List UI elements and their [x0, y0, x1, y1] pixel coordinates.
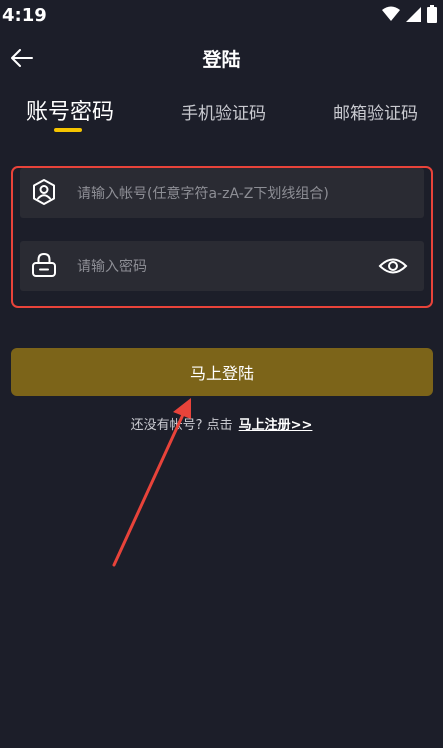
account-row	[20, 168, 424, 220]
page-title: 登陆	[202, 49, 241, 71]
status-icons	[382, 5, 437, 23]
signal-icon	[406, 7, 421, 22]
header: 登陆	[0, 40, 443, 76]
status-time: 4:19	[2, 5, 47, 26]
login-form-highlight	[11, 166, 433, 308]
eye-icon[interactable]	[378, 252, 408, 280]
register-prompt: 还没有帐号? 点击 马上注册>>	[0, 414, 443, 433]
login-screen: 4:19 登陆 账号密码 手机验证码 邮箱验证码 请输入帐号(任意字符a-zA-…	[0, 0, 443, 748]
status-bar: 4:19	[0, 0, 443, 34]
register-link[interactable]: 马上注册>>	[239, 418, 313, 433]
battery-icon	[427, 5, 437, 23]
login-tabs: 账号密码 手机验证码 邮箱验证码	[0, 90, 443, 138]
password-input[interactable]	[75, 241, 379, 293]
user-icon	[33, 179, 55, 205]
wifi-icon	[382, 6, 400, 21]
register-prompt-text: 还没有帐号? 点击	[130, 418, 233, 433]
tab-account-password[interactable]: 账号密码	[26, 94, 114, 126]
tab-phone-code[interactable]: 手机验证码	[181, 99, 266, 124]
lock-icon	[32, 252, 56, 277]
active-tab-indicator	[54, 128, 82, 132]
account-input[interactable]	[75, 168, 379, 220]
login-button[interactable]: 马上登陆	[11, 348, 433, 396]
password-row	[20, 241, 424, 293]
tab-email-code[interactable]: 邮箱验证码	[333, 99, 418, 124]
